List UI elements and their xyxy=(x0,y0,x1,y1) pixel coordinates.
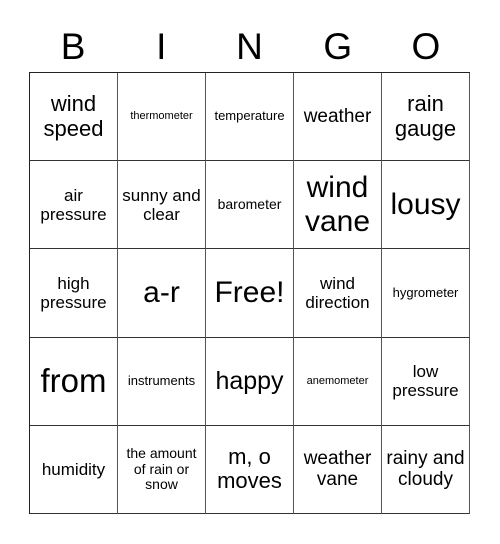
bingo-cell[interactable]: lousy xyxy=(382,161,470,250)
bingo-cell[interactable]: thermometer xyxy=(118,73,206,162)
bingo-cell[interactable]: barometer xyxy=(206,161,294,250)
bingo-cell[interactable]: low pressure xyxy=(382,337,470,426)
bingo-cell[interactable]: m, o moves xyxy=(206,425,294,514)
bingo-cell[interactable]: weather vane xyxy=(294,425,382,514)
free-space-cell[interactable]: Free! xyxy=(206,249,294,338)
header-letter-o: O xyxy=(411,26,441,67)
bingo-cell[interactable]: weather xyxy=(294,73,382,162)
bingo-grid: wind speed thermometer temperature weath… xyxy=(29,72,470,514)
header-letter-i: I xyxy=(156,26,167,67)
bingo-cell[interactable]: air pressure xyxy=(30,161,118,250)
header-letter-b: B xyxy=(60,26,86,67)
bingo-cell[interactable]: the amount of rain or snow xyxy=(118,425,206,514)
bingo-cell[interactable]: hygrometer xyxy=(382,249,470,338)
bingo-cell[interactable]: rain gauge xyxy=(382,73,470,162)
header-letter-n: N xyxy=(236,26,263,67)
bingo-cell[interactable]: wind speed xyxy=(30,73,118,162)
bingo-cell[interactable]: from xyxy=(30,337,118,426)
bingo-cell[interactable]: instruments xyxy=(118,337,206,426)
bingo-cell[interactable]: humidity xyxy=(30,425,118,514)
bingo-cell[interactable]: wind vane xyxy=(294,161,382,250)
bingo-cell[interactable]: high pressure xyxy=(30,249,118,338)
header-letter-g: G xyxy=(323,26,353,67)
bingo-header: B I N G O xyxy=(29,22,470,72)
bingo-cell[interactable]: anemometer xyxy=(294,337,382,426)
bingo-cell[interactable]: happy xyxy=(206,337,294,426)
bingo-cell[interactable]: wind direction xyxy=(294,249,382,338)
bingo-cell[interactable]: temperature xyxy=(206,73,294,162)
bingo-cell[interactable]: a-r xyxy=(118,249,206,338)
bingo-cell[interactable]: sunny and clear xyxy=(118,161,206,250)
bingo-cell[interactable]: rainy and cloudy xyxy=(382,425,470,514)
